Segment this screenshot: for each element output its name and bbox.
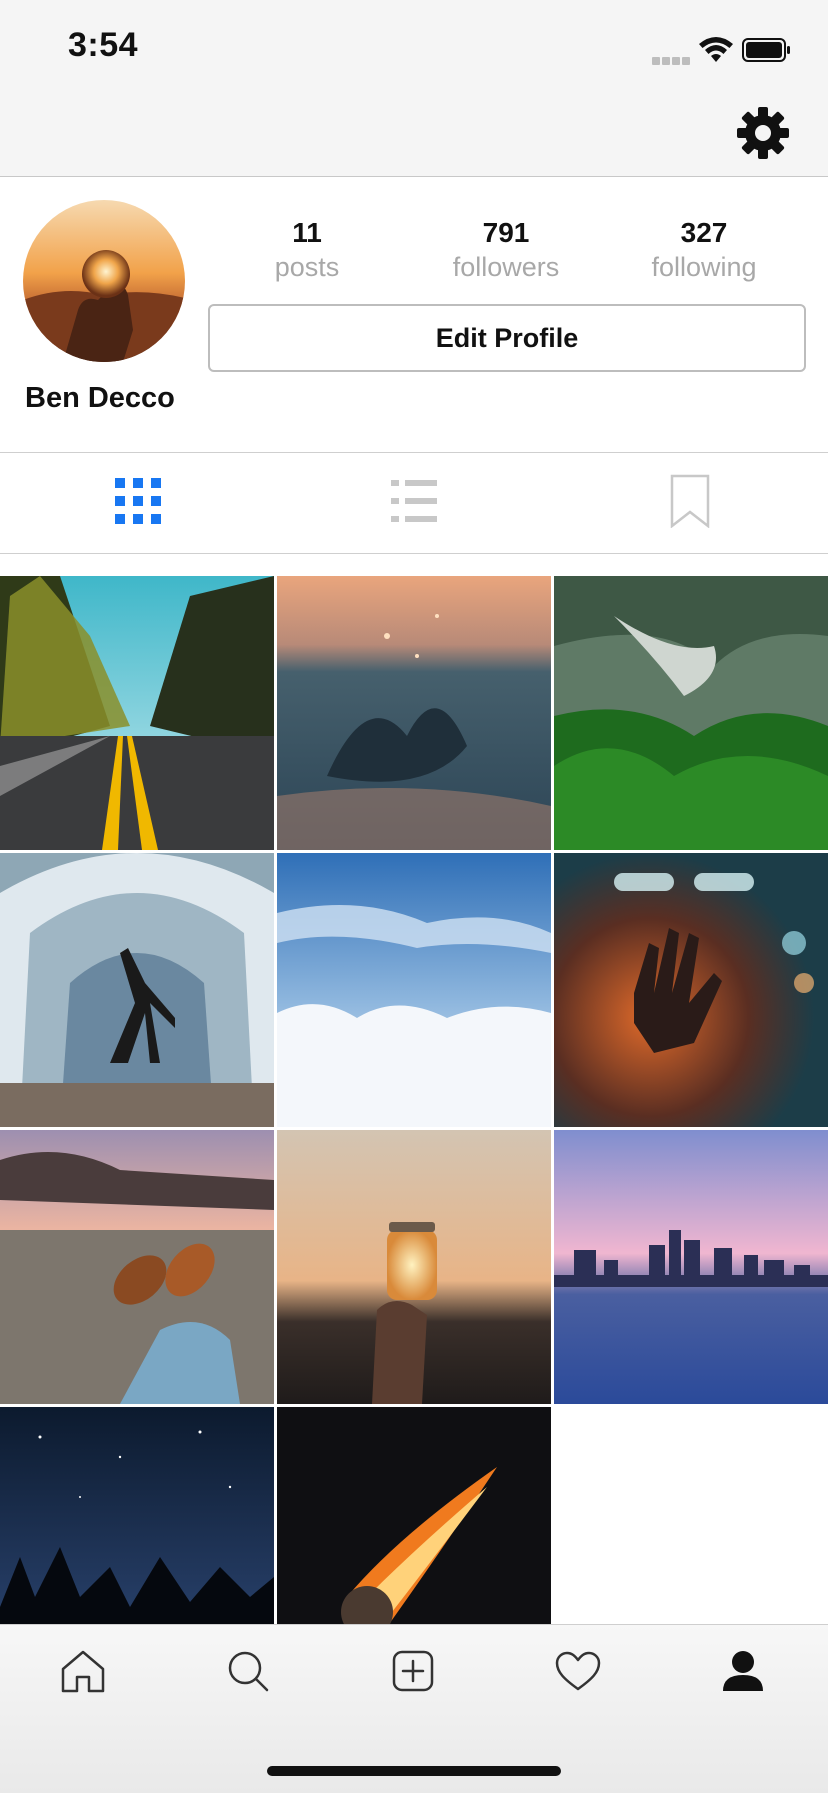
post-thumbnail[interactable] bbox=[277, 853, 551, 1127]
nav-search[interactable] bbox=[165, 1625, 330, 1721]
followers-label: followers bbox=[452, 252, 560, 282]
gear-icon[interactable] bbox=[736, 106, 790, 160]
posts-count: 11 bbox=[292, 217, 322, 248]
edit-profile-button[interactable]: Edit Profile bbox=[208, 304, 806, 372]
list-icon bbox=[391, 478, 437, 529]
bookmark-icon bbox=[670, 474, 710, 533]
post-thumbnail[interactable] bbox=[0, 1130, 274, 1404]
home-icon bbox=[60, 1649, 106, 1698]
nav-home[interactable] bbox=[0, 1625, 165, 1721]
nav-activity[interactable] bbox=[495, 1625, 660, 1721]
followers-stat[interactable]: 791 followers bbox=[436, 216, 576, 284]
signal-icon bbox=[652, 52, 692, 65]
following-count: 327 bbox=[680, 217, 728, 248]
post-thumbnail[interactable] bbox=[554, 576, 828, 850]
posts-stat[interactable]: 11 posts bbox=[237, 216, 377, 284]
home-indicator[interactable] bbox=[267, 1766, 561, 1776]
wifi-icon bbox=[698, 36, 734, 64]
battery-icon bbox=[742, 38, 792, 62]
followers-count: 791 bbox=[482, 217, 530, 248]
tab-grid[interactable] bbox=[0, 453, 276, 553]
search-icon bbox=[226, 1649, 270, 1698]
tab-saved[interactable] bbox=[552, 453, 828, 553]
post-thumbnail[interactable] bbox=[0, 1407, 274, 1624]
nav-profile[interactable] bbox=[660, 1625, 825, 1721]
post-thumbnail[interactable] bbox=[0, 853, 274, 1127]
post-thumbnail[interactable] bbox=[277, 1407, 551, 1624]
status-time: 3:54 bbox=[68, 26, 139, 64]
post-thumbnail[interactable] bbox=[554, 1130, 828, 1404]
avatar[interactable] bbox=[23, 200, 185, 362]
profile-name: Ben Decco bbox=[25, 382, 175, 414]
following-stat[interactable]: 327 following bbox=[634, 216, 774, 284]
post-thumbnail[interactable] bbox=[277, 576, 551, 850]
nav-add[interactable] bbox=[330, 1625, 495, 1721]
profile-tabs bbox=[0, 452, 828, 554]
grid-icon bbox=[115, 477, 161, 529]
add-post-icon bbox=[391, 1649, 435, 1698]
post-thumbnail[interactable] bbox=[277, 1130, 551, 1404]
posts-label: posts bbox=[274, 252, 340, 282]
heart-icon bbox=[554, 1650, 602, 1697]
profile-icon bbox=[721, 1649, 765, 1698]
post-thumbnail[interactable] bbox=[0, 576, 274, 850]
tab-list[interactable] bbox=[276, 453, 552, 553]
following-label: following bbox=[651, 252, 757, 282]
posts-grid bbox=[0, 576, 828, 1624]
post-thumbnail[interactable] bbox=[554, 853, 828, 1127]
